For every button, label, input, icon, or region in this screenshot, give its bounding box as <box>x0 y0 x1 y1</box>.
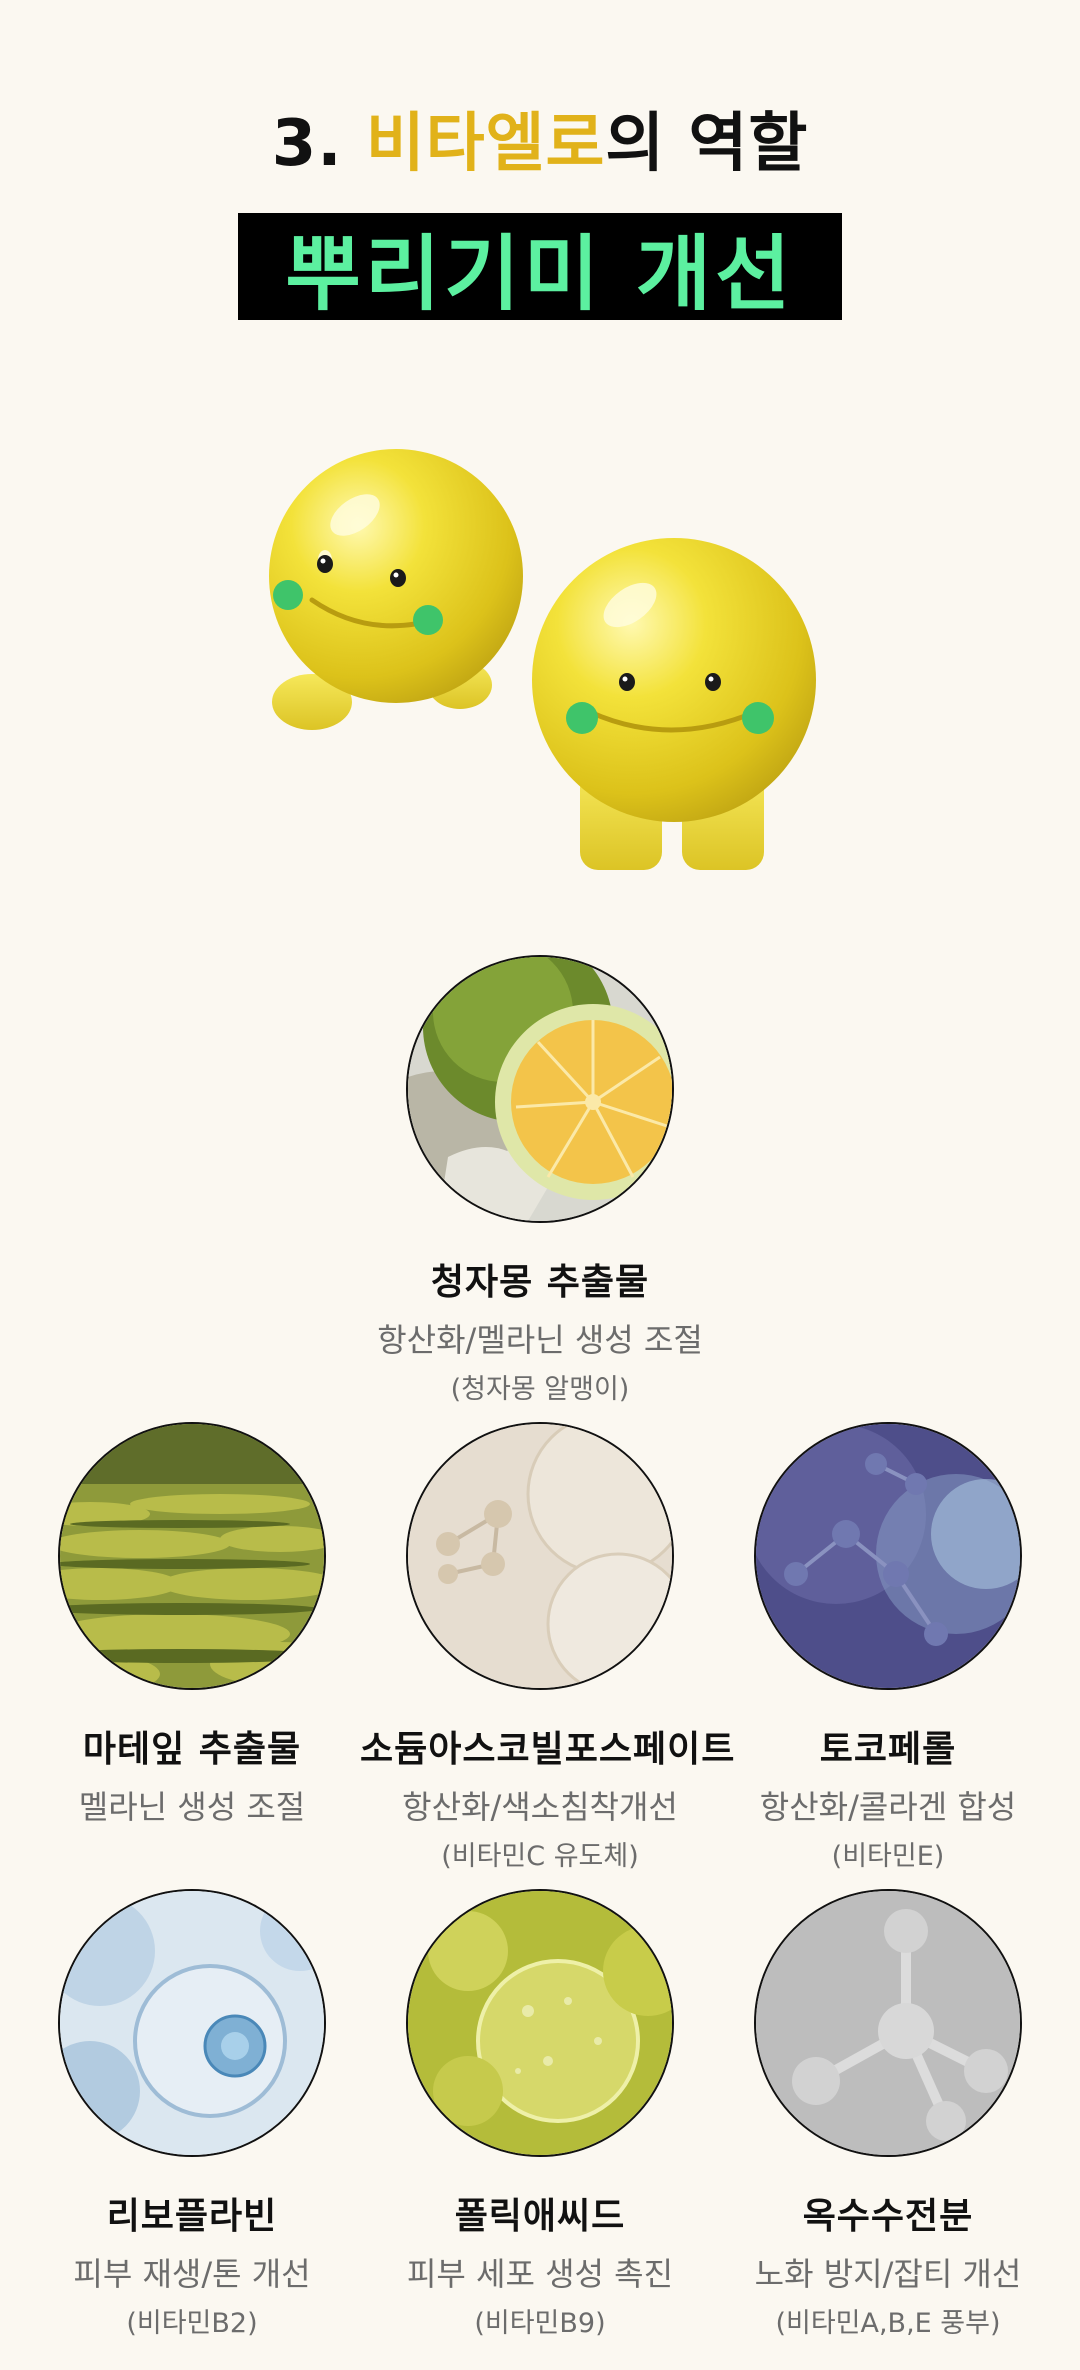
heading-number: 3. <box>271 107 343 181</box>
molecule-beige-image <box>406 1422 674 1690</box>
ingredient-card-4: 토코페롤 항산화/콜라겐 합성 (비타민E) <box>708 1422 1068 1873</box>
ingredient-name: 소듐아스코빌포스페이트 <box>360 1729 736 1770</box>
heading-rest: 의 역할 <box>605 107 809 181</box>
ingredient-desc: 노화 방지/잡티 개선 <box>754 2255 1022 2293</box>
ingredient-desc: 멜라닌 생성 조절 <box>78 1788 306 1826</box>
ingredient-note: (비타민B2) <box>126 2308 258 2339</box>
ingredient-desc: 항산화/멜라닌 생성 조절 <box>377 1321 703 1359</box>
ingredient-note: (비타민E) <box>831 1841 945 1872</box>
ingredient-note: (비타민B9) <box>474 2308 606 2339</box>
ingredient-note: (비타민C 유도체) <box>441 1841 639 1872</box>
mascot-left <box>269 449 523 730</box>
ingredient-name: 옥수수전분 <box>802 2196 974 2237</box>
mascot-illustration <box>269 449 816 870</box>
ingredient-name: 폴릭애씨드 <box>454 2196 626 2237</box>
mascot-right <box>532 538 816 870</box>
ingredient-card-5: 리보플라빈 피부 재생/톤 개선 (비타민B2) <box>12 1889 372 2340</box>
bubbles-green-image <box>406 1889 674 2157</box>
tea-field-image <box>58 1422 326 1690</box>
ingredient-desc: 피부 세포 생성 촉진 <box>406 2255 674 2293</box>
molecule-gray-image <box>754 1889 1022 2157</box>
banner-title: 뿌리기미 개선 <box>285 227 795 322</box>
title-banner: 뿌리기미 개선 <box>238 213 842 322</box>
ingredient-note: (비타민A,B,E 풍부) <box>775 2308 1001 2339</box>
ingredient-note: (청자몽 알맹이) <box>450 1374 630 1405</box>
molecule-purple-image <box>754 1422 1022 1690</box>
ingredient-card-6: 폴릭애씨드 피부 세포 생성 촉진 (비타민B9) <box>360 1889 720 2340</box>
section-heading: 3. 비타엘로의 역할 <box>0 92 1080 184</box>
ingredient-desc: 항산화/콜라겐 합성 <box>759 1788 1017 1826</box>
cell-blue-image <box>58 1889 326 2157</box>
ingredient-name: 리보플라빈 <box>106 2196 278 2237</box>
grapefruit-image <box>406 955 674 1223</box>
ingredient-name: 토코페롤 <box>819 1729 957 1770</box>
ingredient-desc: 피부 재생/톤 개선 <box>73 2255 311 2293</box>
ingredient-card-7: 옥수수전분 노화 방지/잡티 개선 (비타민A,B,E 풍부) <box>708 1889 1068 2340</box>
ingredient-card-1: 청자몽 추출물 항산화/멜라닌 생성 조절 (청자몽 알맹이) <box>360 955 720 1406</box>
ingredient-card-2: 마테잎 추출물 멜라닌 생성 조절 <box>12 1422 372 1834</box>
ingredient-name: 마테잎 추출물 <box>82 1729 302 1770</box>
ingredient-desc: 항산화/색소침착개선 <box>402 1788 678 1826</box>
heading-brand: 비타엘로 <box>365 107 606 181</box>
ingredient-card-3: 소듐아스코빌포스페이트 항산화/색소침착개선 (비타민C 유도체) <box>360 1422 736 1873</box>
ingredient-name: 청자몽 추출물 <box>430 1262 650 1303</box>
